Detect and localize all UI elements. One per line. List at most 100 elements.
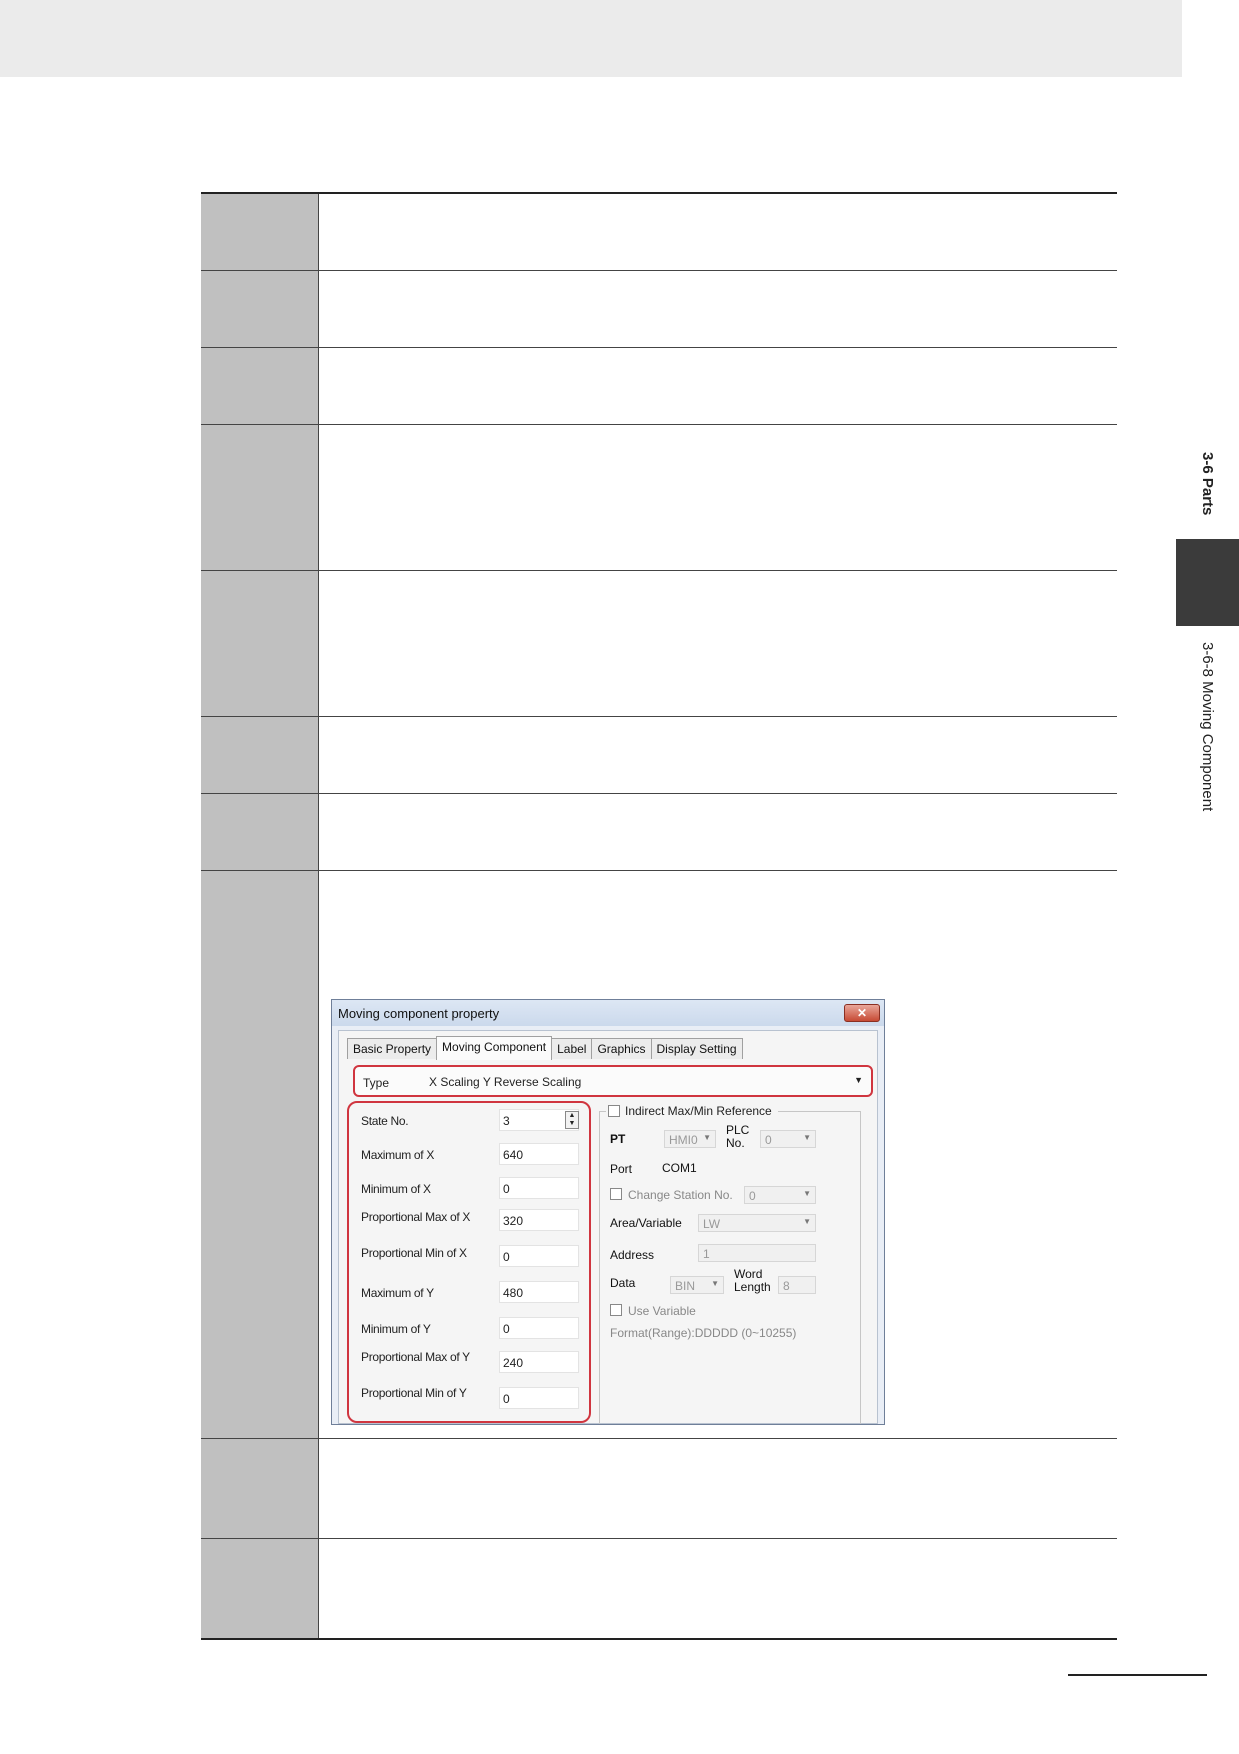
field-label: Proportional Max of Y <box>361 1350 470 1364</box>
plc-no-label: PLC No. <box>726 1123 750 1150</box>
section-title: 3-6 Parts <box>1199 452 1216 516</box>
pt-value: HMI0 <box>669 1133 698 1147</box>
indirect-reference-label: Indirect Max/Min Reference <box>625 1104 772 1118</box>
field-prop-min-y: Proportional Min of Y 0 <box>359 1386 585 1411</box>
spinner-icon[interactable]: ▲ ▼ <box>565 1111 579 1129</box>
indirect-reference-group: Indirect Max/Min Reference PT HMI0 ▼ PLC … <box>599 1104 861 1424</box>
field-maximum-y: Maximum of Y 480 <box>359 1281 585 1305</box>
maximum-x-input[interactable]: 640 <box>499 1143 579 1165</box>
pt-select[interactable]: HMI0 ▼ <box>664 1130 716 1148</box>
table-row: Moving component property ✕ Basic Proper… <box>201 871 1117 1439</box>
word-length-input[interactable]: 8 <box>778 1276 816 1294</box>
dialog-body: Basic Property Moving Component Label Gr… <box>338 1030 878 1424</box>
row-label-cell <box>201 871 319 1438</box>
port-value: COM1 <box>662 1161 697 1175</box>
type-select[interactable]: Type X Scaling Y Reverse Scaling ▼ <box>353 1065 873 1097</box>
data-label: Data <box>610 1276 636 1290</box>
area-variable-select[interactable]: LW ▼ <box>698 1214 816 1232</box>
row-label-cell <box>201 794 319 870</box>
field-label: Proportional Min of Y <box>361 1386 467 1400</box>
data-select[interactable]: BIN ▼ <box>670 1276 724 1294</box>
table-row <box>201 271 1117 348</box>
tab-basic-property[interactable]: Basic Property <box>347 1038 438 1059</box>
format-range-text: Format(Range):DDDDD (0~10255) <box>610 1326 797 1340</box>
plc-no-value: 0 <box>765 1133 772 1147</box>
table-row <box>201 1539 1117 1638</box>
type-value: X Scaling Y Reverse Scaling <box>429 1075 582 1089</box>
footer-rule <box>1068 1674 1207 1676</box>
row-label-cell <box>201 194 319 270</box>
moving-component-dialog: Moving component property ✕ Basic Proper… <box>331 999 885 1425</box>
type-label: Type <box>363 1076 390 1090</box>
area-variable-label: Area/Variable <box>610 1216 682 1230</box>
field-minimum-x: Minimum of X 0 <box>359 1177 585 1201</box>
checkbox-icon <box>608 1105 620 1117</box>
chevron-down-icon: ▼ <box>803 1133 811 1142</box>
field-label: Maximum of X <box>361 1148 435 1162</box>
tab-label[interactable]: Label <box>551 1038 593 1059</box>
minimum-x-input[interactable]: 0 <box>499 1177 579 1199</box>
tab-moving-component[interactable]: Moving Component <box>436 1036 553 1060</box>
row-content-cell <box>319 348 1117 424</box>
field-label: State No. <box>361 1114 409 1128</box>
field-prop-max-x: Proportional Max of X 320 <box>359 1209 585 1233</box>
prop-min-y-input[interactable]: 0 <box>499 1387 579 1409</box>
row-label-cell <box>201 717 319 793</box>
maximum-y-input[interactable]: 480 <box>499 1281 579 1303</box>
row-content-cell <box>319 794 1117 870</box>
field-maximum-x: Maximum of X 640 <box>359 1143 585 1167</box>
row-content-cell <box>319 271 1117 347</box>
port-label: Port <box>610 1162 633 1176</box>
field-prop-max-y: Proportional Max of Y 240 <box>359 1350 585 1375</box>
word-length-value: 8 <box>783 1279 790 1293</box>
minimum-y-input[interactable]: 0 <box>499 1317 579 1339</box>
field-label: Proportional Max of X <box>361 1210 471 1224</box>
prop-min-x-input[interactable]: 0 <box>499 1245 579 1267</box>
prop-max-y-input[interactable]: 240 <box>499 1351 579 1373</box>
chevron-down-icon: ▼ <box>711 1279 719 1288</box>
plc-no-select[interactable]: 0 ▼ <box>760 1130 816 1148</box>
subsection-title: 3-6-8 Moving Component <box>1199 642 1216 812</box>
row-label-cell <box>201 571 319 716</box>
chevron-down-icon: ▼ <box>803 1217 811 1226</box>
header-band <box>0 0 1182 77</box>
dialog-tabs: Basic Property Moving Component Label Gr… <box>347 1035 743 1060</box>
row-content-cell <box>319 571 1117 716</box>
section-index-block <box>1176 539 1239 626</box>
close-icon[interactable]: ✕ <box>844 1004 880 1022</box>
tab-display-setting[interactable]: Display Setting <box>650 1038 743 1059</box>
table-row <box>201 794 1117 871</box>
field-label: Minimum of X <box>361 1182 431 1196</box>
chevron-down-icon: ▼ <box>854 1075 863 1085</box>
address-input[interactable]: 1 <box>698 1244 816 1262</box>
change-station-checkbox[interactable] <box>610 1188 622 1200</box>
table-row <box>201 1439 1117 1539</box>
tab-graphics[interactable]: Graphics <box>591 1038 652 1059</box>
address-label: Address <box>610 1248 655 1262</box>
field-prop-min-x: Proportional Min of X 0 <box>359 1245 585 1269</box>
row-label-cell <box>201 348 319 424</box>
field-state-no: State No. 3 ▲ ▼ <box>359 1109 585 1133</box>
word-length-label: Word Length <box>734 1267 771 1294</box>
dialog-title: Moving component property <box>332 1000 884 1026</box>
change-station-label: Change Station No. <box>628 1188 733 1202</box>
prop-max-x-input[interactable]: 320 <box>499 1209 579 1231</box>
table-row <box>201 194 1117 271</box>
indirect-reference-checkbox[interactable]: Indirect Max/Min Reference <box>606 1104 778 1118</box>
row-content-cell <box>319 425 1117 570</box>
field-label: Proportional Min of X <box>361 1246 467 1260</box>
pt-label: PT <box>610 1132 626 1146</box>
row-content-cell <box>319 194 1117 270</box>
row-content-cell: Moving component property ✕ Basic Proper… <box>319 871 1117 1438</box>
row-label-cell <box>201 271 319 347</box>
use-variable-checkbox[interactable] <box>610 1304 622 1316</box>
row-label-cell <box>201 1539 319 1638</box>
chevron-down-icon: ▼ <box>803 1189 811 1198</box>
area-variable-value: LW <box>703 1217 721 1231</box>
change-station-select[interactable]: 0 ▼ <box>744 1186 816 1204</box>
use-variable-label: Use Variable <box>628 1304 696 1318</box>
table-row <box>201 348 1117 425</box>
property-table: Moving component property ✕ Basic Proper… <box>201 192 1117 1640</box>
change-station-value: 0 <box>749 1189 756 1203</box>
row-label-cell <box>201 1439 319 1538</box>
